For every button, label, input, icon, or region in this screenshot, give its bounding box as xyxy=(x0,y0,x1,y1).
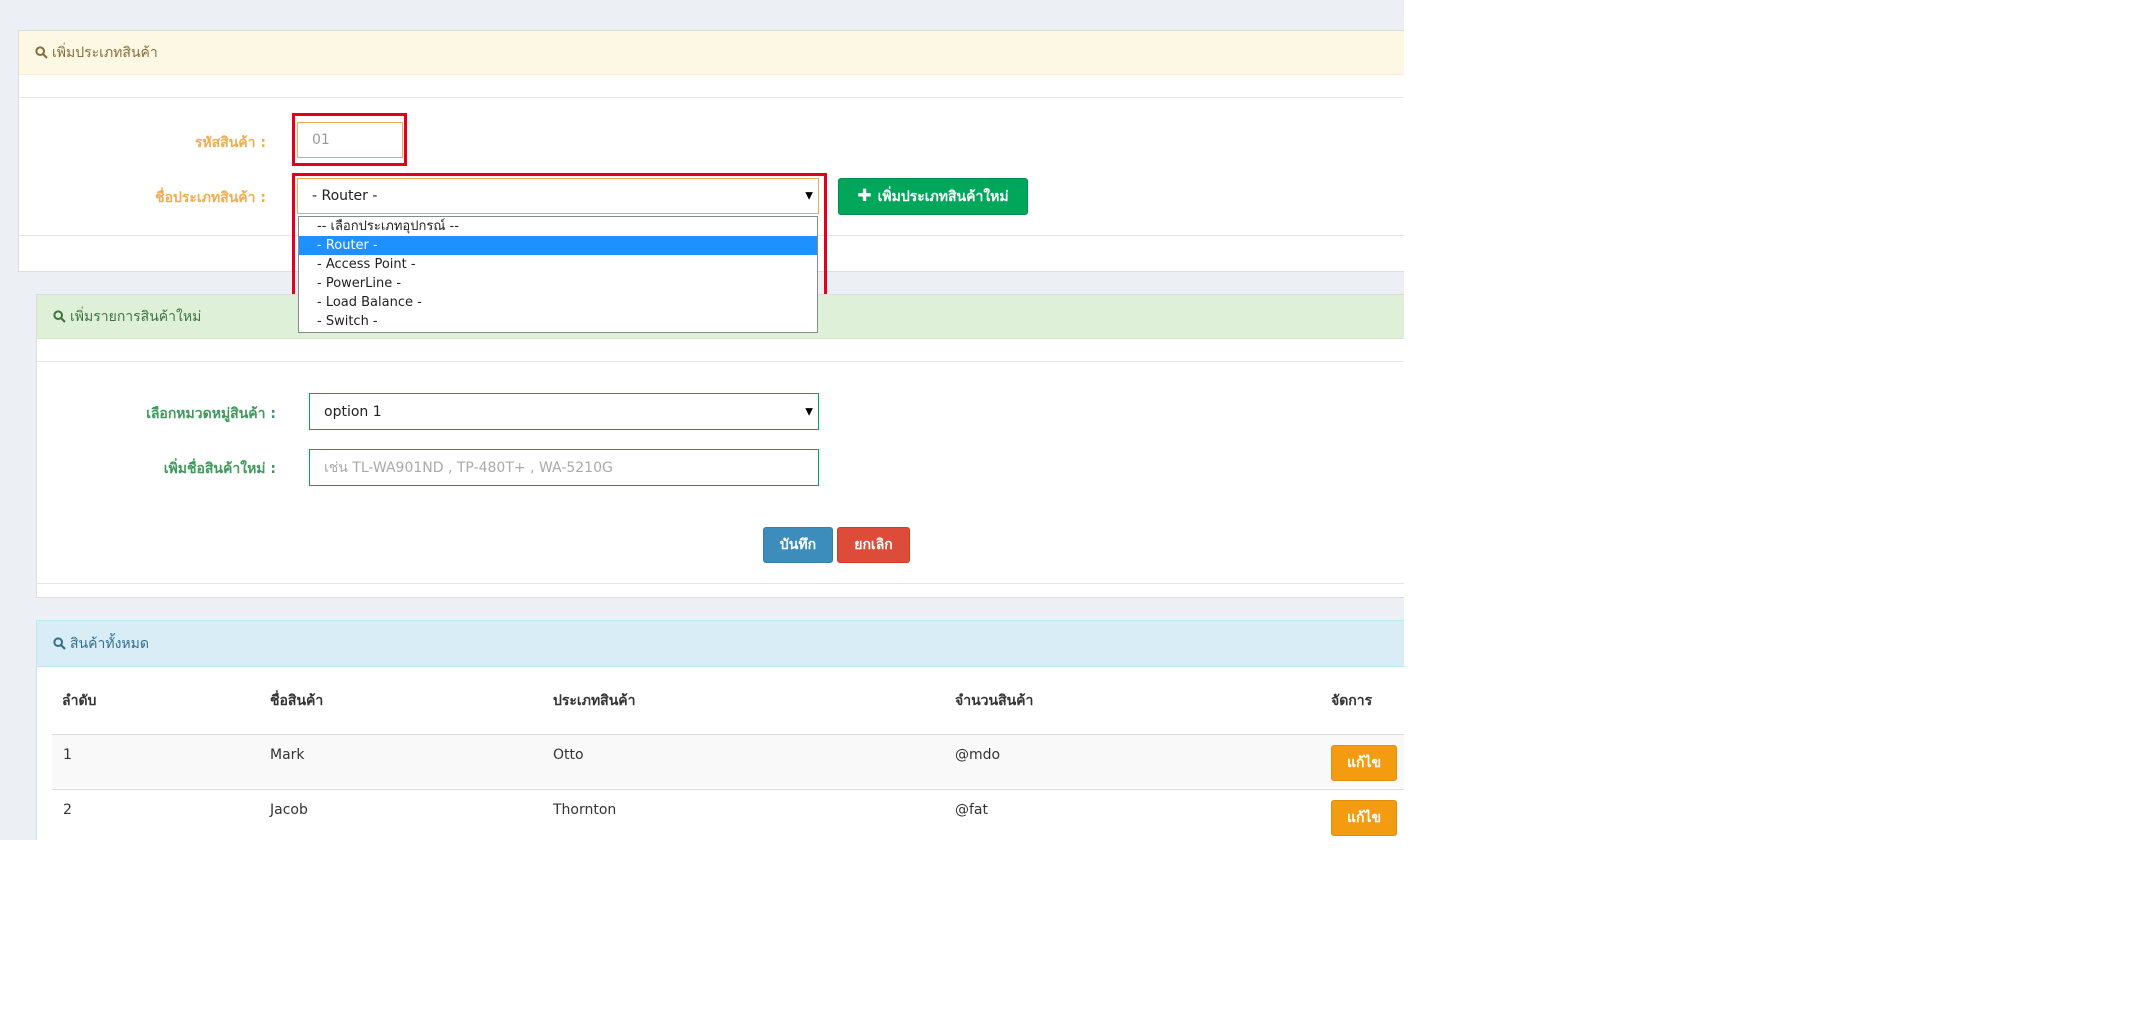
product-list-panel-title: สินค้าทั้งหมด xyxy=(70,635,149,652)
category-name-label: ชื่อประเภทสินค้า : xyxy=(155,190,266,206)
product-group-value: option 1 xyxy=(324,403,382,420)
dropdown-arrow-icon: ▼ xyxy=(805,190,813,202)
table-row: 1 Mark Otto @mdo แก้ไข xyxy=(52,734,1404,788)
app-viewport: เพิ่มประเภทสินค้า รหัสสินค้า : 01 ชื่อปร… xyxy=(0,0,1404,840)
add-product-panel-title: เพิ่มรายการสินค้าใหม่ xyxy=(70,308,202,325)
product-group-label: เลือกหมวดหมู่สินค้า : xyxy=(146,406,276,422)
table-row: 2 Jacob Thornton @fat แก้ไข xyxy=(52,789,1404,840)
column-header: ลำดับ xyxy=(62,693,97,709)
edit-button-label: แก้ไข xyxy=(1346,810,1382,826)
cell-name: Mark xyxy=(270,747,305,763)
dropdown-option-selected[interactable]: - Router - xyxy=(299,236,817,255)
divider xyxy=(37,583,1404,584)
divider xyxy=(37,361,1404,362)
dropdown-arrow-icon: ▼ xyxy=(805,406,813,417)
search-icon xyxy=(35,46,48,59)
category-dropdown-list: -- เลือกประเภทอุปกรณ์ -- - Router - - Ac… xyxy=(298,216,818,333)
search-icon xyxy=(53,637,66,650)
cell-no: 2 xyxy=(63,802,72,818)
cell-qty: @fat xyxy=(955,802,988,818)
add-product-panel: เพิ่มรายการสินค้าใหม่ xyxy=(36,294,1404,598)
category-name-select[interactable]: - Router - ▼ xyxy=(297,178,819,214)
add-category-panel-title: เพิ่มประเภทสินค้า xyxy=(52,44,158,61)
save-button[interactable]: บันทึก xyxy=(763,527,833,563)
plus-icon: ✚ xyxy=(857,186,872,206)
product-list-panel-header: สินค้าทั้งหมด xyxy=(37,621,1404,667)
divider xyxy=(19,97,1404,98)
new-product-name-input[interactable]: เช่น TL-WA901ND , TP-480T+ , WA-5210G xyxy=(309,449,819,486)
column-header: ชื่อสินค้า xyxy=(270,693,324,709)
cell-name: Jacob xyxy=(270,802,308,818)
column-header: จำนวนสินค้า xyxy=(955,693,1034,709)
new-product-name-placeholder: เช่น TL-WA901ND , TP-480T+ , WA-5210G xyxy=(324,459,613,476)
cell-no: 1 xyxy=(63,747,72,763)
product-code-input[interactable]: 01 xyxy=(297,122,403,158)
edit-button-label: แก้ไข xyxy=(1346,755,1382,771)
dropdown-option[interactable]: - PowerLine - xyxy=(299,274,817,293)
product-code-value: 01 xyxy=(312,132,330,148)
cell-type: Thornton xyxy=(553,802,617,818)
cell-qty: @mdo xyxy=(955,747,1001,763)
cell-type: Otto xyxy=(553,747,584,763)
dropdown-option[interactable]: - Load Balance - xyxy=(299,293,817,312)
category-name-selected: - Router - xyxy=(312,188,378,204)
add-category-panel-header: เพิ่มประเภทสินค้า xyxy=(19,31,1404,75)
cancel-button[interactable]: ยกเลิก xyxy=(837,527,910,563)
add-category-button[interactable]: ✚ เพิ่มประเภทสินค้าใหม่ xyxy=(838,178,1028,215)
cancel-button-label: ยกเลิก xyxy=(854,537,893,553)
dropdown-option[interactable]: -- เลือกประเภทอุปกรณ์ -- xyxy=(299,217,817,236)
product-code-label: รหัสสินค้า : xyxy=(194,135,266,151)
dropdown-option[interactable]: - Switch - xyxy=(299,312,817,331)
dropdown-option[interactable]: - Access Point - xyxy=(299,255,817,274)
column-header: จัดการ xyxy=(1331,693,1373,709)
save-button-label: บันทึก xyxy=(779,537,817,553)
edit-button[interactable]: แก้ไข xyxy=(1331,745,1397,781)
search-icon xyxy=(53,310,66,323)
edit-button[interactable]: แก้ไข xyxy=(1331,800,1397,836)
product-group-select[interactable]: option 1 ▼ xyxy=(309,393,819,430)
column-header: ประเภทสินค้า xyxy=(553,693,636,709)
new-product-name-label: เพิ่มชื่อสินค้าใหม่ : xyxy=(163,461,276,477)
add-category-button-label: เพิ่มประเภทสินค้าใหม่ xyxy=(877,188,1009,205)
